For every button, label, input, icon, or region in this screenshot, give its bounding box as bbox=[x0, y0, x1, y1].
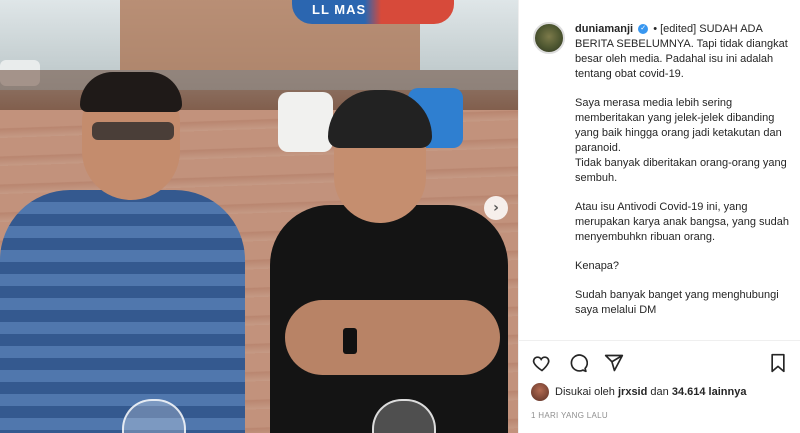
person-right-arms bbox=[285, 300, 500, 375]
caption-paragraph: Kenapa? bbox=[575, 260, 620, 272]
umbrella-text: LL MAS bbox=[312, 2, 367, 17]
likes-count[interactable]: 34.614 bbox=[672, 386, 706, 398]
action-icons bbox=[531, 351, 789, 375]
post-timestamp[interactable]: 1 HARI YANG LALU bbox=[531, 411, 789, 420]
likes-mid: dan bbox=[650, 386, 669, 398]
avatar[interactable] bbox=[533, 22, 565, 54]
person-left-shirt bbox=[0, 190, 245, 433]
chevron-right-icon: › bbox=[493, 200, 499, 216]
caption-paragraph: Tidak banyak diberitakan orang-orang yan… bbox=[575, 157, 787, 184]
carousel-next-button[interactable]: › bbox=[484, 196, 508, 220]
caption-paragraph: Atau isu Antivodi Covid-19 ini, yang mer… bbox=[575, 201, 790, 243]
bookmark-icon[interactable] bbox=[767, 352, 789, 374]
white-chair bbox=[278, 92, 333, 152]
caption-paragraph: Sudah banyak banget yang menghubungi say… bbox=[575, 289, 779, 316]
likes-prefix: Disukai oleh bbox=[555, 386, 615, 398]
person-left-glasses bbox=[92, 122, 174, 140]
username-link[interactable]: duniamanji bbox=[575, 23, 633, 35]
send-icon[interactable] bbox=[603, 352, 625, 374]
liker-username[interactable]: jrxsid bbox=[618, 386, 647, 398]
post-photo[interactable]: LL MAS › bbox=[0, 0, 518, 433]
wristwatch bbox=[343, 328, 357, 354]
post-actions: Disukai oleh jrxsid dan 34.614 lainnya 1… bbox=[519, 340, 800, 420]
caption-lead: duniamanji ✓ • [edited] SUDAH ADA BERITA… bbox=[575, 22, 791, 82]
verified-badge-icon: ✓ bbox=[638, 24, 649, 35]
likes-suffix[interactable]: lainnya bbox=[709, 386, 747, 398]
caption-scroll-area[interactable]: duniamanji ✓ • [edited] SUDAH ADA BERITA… bbox=[519, 0, 800, 340]
caption-header: duniamanji ✓ • [edited] SUDAH ADA BERITA… bbox=[533, 22, 791, 82]
post-sidebar: duniamanji ✓ • [edited] SUDAH ADA BERITA… bbox=[518, 0, 800, 433]
likes-summary: Disukai oleh jrxsid dan 34.614 lainnya bbox=[531, 383, 789, 401]
caption-fade bbox=[519, 322, 800, 340]
comment-icon[interactable] bbox=[567, 352, 589, 374]
caption-paragraph: Saya merasa media lebih sering memberita… bbox=[575, 97, 782, 154]
liker-avatar[interactable] bbox=[531, 383, 549, 401]
heart-icon[interactable] bbox=[531, 352, 553, 374]
instagram-post: LL MAS › duniamanji ✓ • [edited] SUDAH A… bbox=[0, 0, 800, 433]
person-left-hair bbox=[80, 72, 182, 112]
